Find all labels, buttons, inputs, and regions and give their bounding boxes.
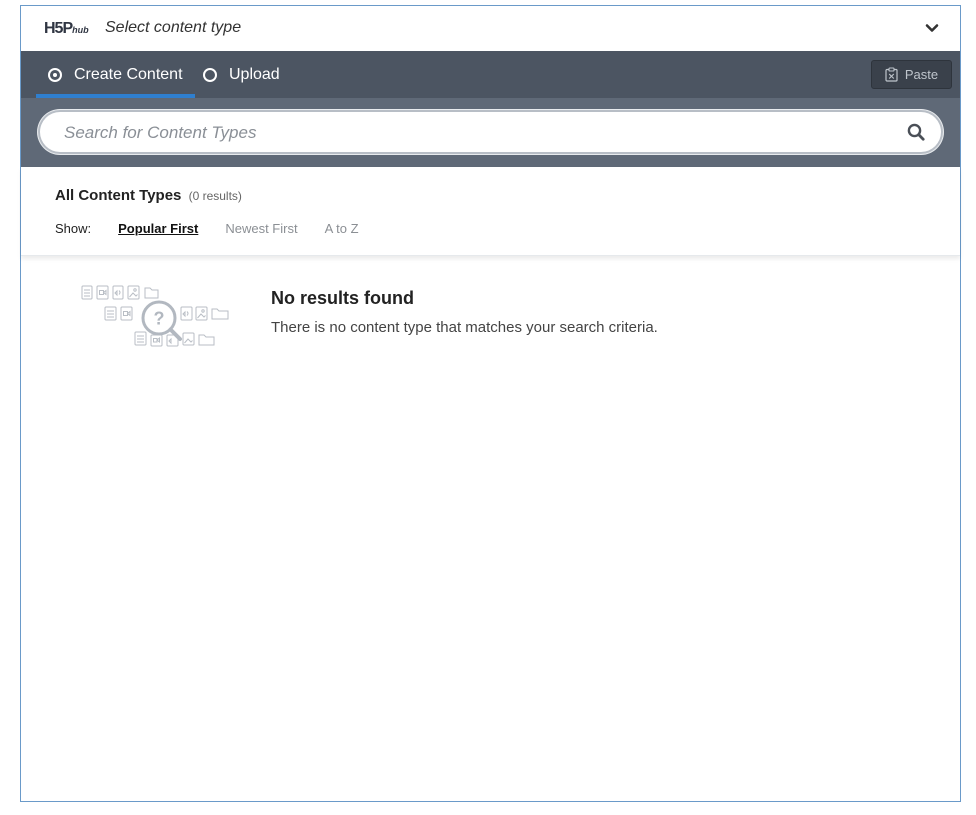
tab-create-content-label: Create Content bbox=[74, 65, 183, 83]
results-title: All Content Types bbox=[55, 187, 182, 204]
logo-sub-text: hub bbox=[72, 25, 89, 35]
h5p-hub-panel: H5Phub Select content type Create Conten… bbox=[20, 5, 961, 802]
chevron-down-icon[interactable] bbox=[924, 20, 940, 36]
search-input[interactable] bbox=[62, 110, 866, 156]
sort-a-to-z[interactable]: A to Z bbox=[325, 221, 359, 236]
results-title-row: All Content Types (0 results) bbox=[55, 187, 242, 204]
sort-popular-first[interactable]: Popular First bbox=[118, 221, 198, 236]
tab-bar: Create Content Upload Paste bbox=[21, 51, 960, 98]
magnifier-question-icon: ? bbox=[81, 285, 229, 347]
results-count: (0 results) bbox=[188, 189, 242, 203]
sort-newest-first[interactable]: Newest First bbox=[225, 221, 297, 236]
svg-text:?: ? bbox=[154, 309, 165, 329]
radio-selected-icon bbox=[48, 67, 62, 82]
paste-button-label: Paste bbox=[904, 67, 939, 82]
logo-main-text: H5P bbox=[44, 20, 73, 37]
tab-create-content[interactable]: Create Content bbox=[36, 51, 195, 98]
header-title: Select content type bbox=[105, 19, 242, 36]
h5p-hub-logo: H5Phub bbox=[44, 20, 89, 38]
search-icon[interactable] bbox=[907, 123, 925, 141]
tab-upload-label: Upload bbox=[229, 65, 280, 83]
empty-state-description: There is no content type that matches yo… bbox=[271, 319, 658, 336]
hub-header[interactable]: H5Phub Select content type bbox=[21, 6, 960, 52]
radio-unselected-icon bbox=[203, 67, 217, 82]
search-box[interactable] bbox=[38, 110, 943, 156]
tab-upload[interactable]: Upload bbox=[203, 51, 280, 98]
results-header: All Content Types (0 results) Show: Popu… bbox=[21, 167, 960, 256]
clipboard-icon bbox=[885, 67, 898, 82]
show-label: Show: bbox=[55, 221, 92, 236]
sort-options: Show: Popular First Newest First A to Z bbox=[55, 221, 386, 236]
paste-button[interactable]: Paste bbox=[871, 60, 952, 89]
search-band bbox=[21, 98, 960, 167]
empty-state-title: No results found bbox=[271, 288, 414, 308]
